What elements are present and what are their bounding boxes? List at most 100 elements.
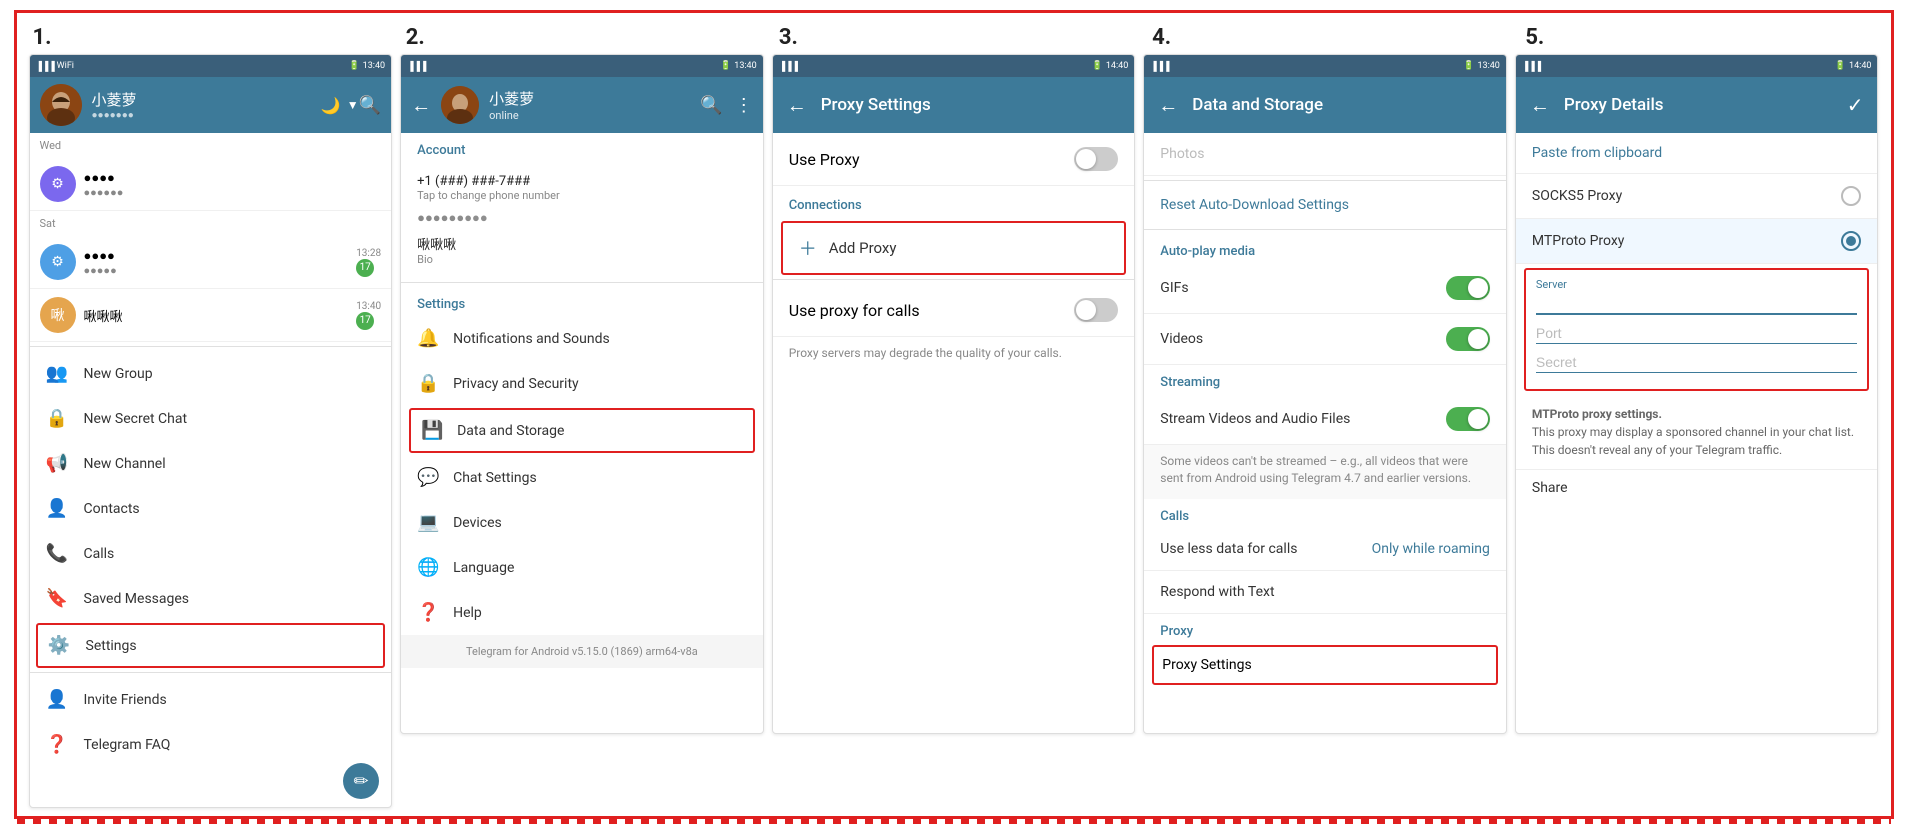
secret-input[interactable] bbox=[1536, 352, 1858, 373]
reset-auto-download[interactable]: Reset Auto-Download Settings bbox=[1144, 185, 1506, 225]
phone-label: Tap to change phone number bbox=[417, 189, 747, 202]
panel3-back-button[interactable]: ← bbox=[787, 93, 807, 118]
username-field: ●●●●●●●●● bbox=[417, 210, 747, 226]
panel5-back-button[interactable]: ← bbox=[1530, 93, 1550, 118]
chat-info-2: ●●●● ●●●●● bbox=[84, 248, 349, 277]
panel2-signal-icon: ▐▐▐ bbox=[407, 61, 426, 72]
settings-privacy[interactable]: 🔒 Privacy and Security bbox=[401, 361, 763, 406]
notifications-icon: 🔔 bbox=[417, 328, 439, 349]
p4-divider2 bbox=[1144, 229, 1506, 230]
menu-contacts[interactable]: 👤 Contacts bbox=[30, 486, 392, 531]
stream-item[interactable]: Stream Videos and Audio Files bbox=[1144, 394, 1506, 445]
chat-item-biubiu[interactable]: 啾 啾啾啾 13:40 17 bbox=[30, 289, 392, 342]
new-channel-label: New Channel bbox=[84, 456, 166, 472]
less-data-item[interactable]: Use less data for calls Only while roami… bbox=[1144, 528, 1506, 571]
only-roaming-link[interactable]: Only while roaming bbox=[1372, 541, 1490, 557]
port-input[interactable] bbox=[1536, 323, 1858, 344]
videos-item[interactable]: Videos bbox=[1144, 314, 1506, 365]
paste-clipboard-button[interactable]: Paste from clipboard bbox=[1516, 133, 1878, 174]
settings-language[interactable]: 🌐 Language bbox=[401, 545, 763, 590]
data-storage-label: Data and Storage bbox=[457, 423, 564, 439]
gifs-toggle[interactable] bbox=[1446, 276, 1490, 300]
phone-value: +1 (###) ###-7### bbox=[417, 174, 747, 189]
panel1-edit-fab[interactable]: ✏ bbox=[343, 763, 379, 799]
menu-saved[interactable]: 🔖 Saved Messages bbox=[30, 576, 392, 621]
settings-notifications[interactable]: 🔔 Notifications and Sounds bbox=[401, 316, 763, 361]
panel1-user-sub: ●●●●●●● bbox=[92, 110, 321, 121]
socks5-radio[interactable] bbox=[1841, 186, 1861, 206]
panel1-dropdown-arrow[interactable]: ▼ bbox=[347, 98, 359, 112]
panel5-check-button[interactable]: ✓ bbox=[1847, 93, 1864, 117]
chat-divider-wed: Wed bbox=[30, 133, 392, 158]
chat-item-1[interactable]: ⚙ ●●●● ●●●●●● bbox=[30, 158, 392, 211]
respond-item[interactable]: Respond with Text bbox=[1144, 571, 1506, 614]
panel1-time: 13:40 bbox=[363, 61, 385, 71]
use-proxy-label: Use Proxy bbox=[789, 150, 860, 169]
proxy-description: MTProto proxy settings. This proxy may d… bbox=[1516, 395, 1878, 469]
panel2-more-icon[interactable]: ⋮ bbox=[735, 95, 753, 116]
use-proxy-toggle[interactable] bbox=[1074, 147, 1118, 171]
proxy-settings-item[interactable]: Proxy Settings bbox=[1152, 645, 1498, 685]
add-proxy-button[interactable]: ＋ Add Proxy bbox=[781, 221, 1127, 275]
bio-label: Bio bbox=[417, 253, 747, 266]
use-proxy-calls-row[interactable]: Use proxy for calls bbox=[773, 284, 1135, 337]
faq-icon: ❓ bbox=[46, 734, 68, 755]
step-3-number: 3. bbox=[771, 21, 1144, 54]
settings-section-label: Settings bbox=[401, 287, 763, 316]
panel5-title: Proxy Details bbox=[1564, 95, 1833, 115]
chat-item-2[interactable]: ⚙ ●●●● ●●●●● 13:28 17 bbox=[30, 236, 392, 289]
settings-help[interactable]: ❓ Help bbox=[401, 590, 763, 635]
menu-new-secret[interactable]: 🔒 New Secret Chat bbox=[30, 396, 392, 441]
panel1-status-bar: ▐▐▐ WiFi 🔋 13:40 bbox=[30, 55, 392, 77]
menu-new-group[interactable]: 👥 New Group bbox=[30, 351, 392, 396]
contacts-label: Contacts bbox=[84, 501, 140, 517]
invite-icon: 👤 bbox=[46, 689, 68, 710]
phone-field: +1 (###) ###-7### Tap to change phone nu… bbox=[417, 174, 747, 202]
gifs-item[interactable]: GIFs bbox=[1144, 263, 1506, 314]
menu-settings[interactable]: ⚙️ Settings bbox=[36, 623, 386, 668]
faq-label: Telegram FAQ bbox=[84, 737, 171, 753]
panel2-back-button[interactable]: ← bbox=[411, 93, 431, 118]
mtproto-radio[interactable] bbox=[1841, 231, 1861, 251]
use-proxy-calls-toggle[interactable] bbox=[1074, 298, 1118, 322]
calls-category: Calls bbox=[1144, 499, 1506, 528]
menu-calls[interactable]: 📞 Calls bbox=[30, 531, 392, 576]
share-button[interactable]: Share bbox=[1516, 469, 1878, 506]
mtproto-row[interactable]: MTProto Proxy bbox=[1516, 219, 1878, 264]
panel5-battery: 🔋 bbox=[1835, 61, 1846, 71]
account-section-label: Account bbox=[401, 133, 763, 162]
stream-label: Stream Videos and Audio Files bbox=[1160, 411, 1350, 427]
proxy-desc-body: This proxy may display a sponsored chann… bbox=[1532, 425, 1854, 457]
mtproto-label: MTProto Proxy bbox=[1532, 233, 1625, 249]
panel5-status-left: ▐▐▐ bbox=[1522, 61, 1541, 72]
panel4-back-button[interactable]: ← bbox=[1158, 93, 1178, 118]
use-proxy-row[interactable]: Use Proxy bbox=[773, 133, 1135, 186]
videos-label: Videos bbox=[1160, 331, 1203, 347]
settings-devices[interactable]: 💻 Devices bbox=[401, 500, 763, 545]
menu-faq[interactable]: ❓ Telegram FAQ bbox=[30, 722, 392, 767]
panel3-status-right: 🔋 14:40 bbox=[1092, 61, 1129, 71]
p4-divider1 bbox=[1144, 180, 1506, 181]
panel1-signal-icon: ▐▐▐ bbox=[36, 61, 55, 72]
panel-4: ▐▐▐ 🔋 13:40 ← Data and Storage Photos Re… bbox=[1143, 54, 1507, 734]
panel3-signal: ▐▐▐ bbox=[779, 61, 798, 72]
new-group-icon: 👥 bbox=[46, 363, 68, 384]
panel3-header: ← Proxy Settings bbox=[773, 77, 1135, 133]
photos-item[interactable]: Photos bbox=[1144, 133, 1506, 176]
socks5-row[interactable]: SOCKS5 Proxy bbox=[1516, 174, 1878, 219]
settings-chat[interactable]: 💬 Chat Settings bbox=[401, 455, 763, 500]
step-numbers-row: 1. 2. 3. 4. 5. bbox=[17, 13, 1891, 54]
panel1-avatar bbox=[40, 84, 82, 126]
panel4-header: ← Data and Storage bbox=[1144, 77, 1506, 133]
panel1-search-icon[interactable]: 🔍 bbox=[359, 95, 381, 116]
menu-invite[interactable]: 👤 Invite Friends bbox=[30, 677, 392, 722]
panel2-search-icon[interactable]: 🔍 bbox=[700, 95, 722, 116]
settings-data-storage[interactable]: 💾 Data and Storage bbox=[409, 408, 755, 453]
menu-new-channel[interactable]: 📢 New Channel bbox=[30, 441, 392, 486]
stream-toggle[interactable] bbox=[1446, 407, 1490, 431]
server-input[interactable] bbox=[1536, 293, 1858, 315]
panel5-time: 14:40 bbox=[1849, 61, 1871, 71]
p3-divider bbox=[773, 279, 1135, 280]
panel-2: ▐▐▐ 🔋 13:40 ← 小菱萝 bbox=[400, 54, 764, 734]
videos-toggle[interactable] bbox=[1446, 327, 1490, 351]
